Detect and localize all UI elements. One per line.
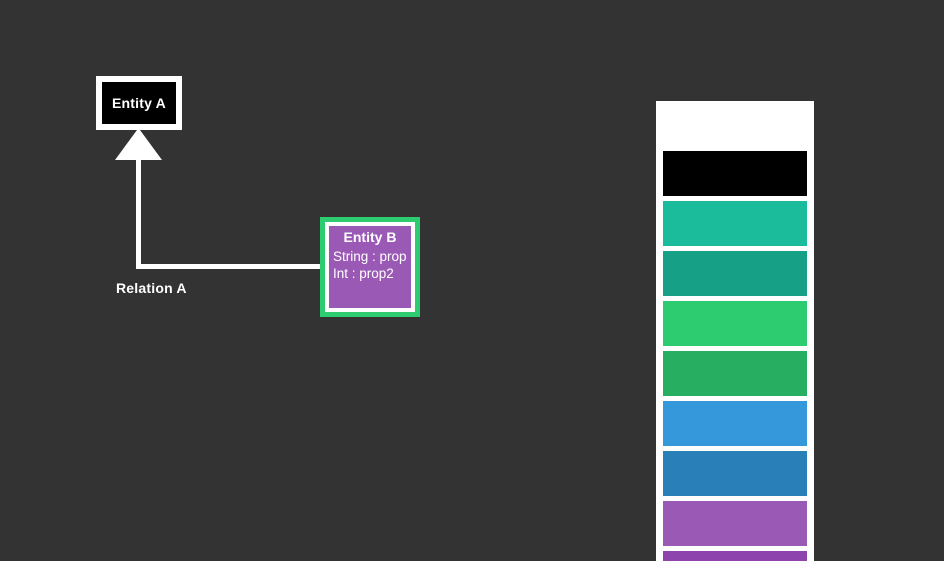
swatch-amethyst[interactable] xyxy=(663,501,807,546)
arrowhead-icon xyxy=(115,128,162,160)
swatch-emerald[interactable] xyxy=(663,301,807,346)
node-entity-a[interactable]: Entity A xyxy=(96,76,182,130)
swatch-peter-river[interactable] xyxy=(663,401,807,446)
color-palette-panel[interactable] xyxy=(656,101,814,561)
swatch-black[interactable] xyxy=(663,151,807,196)
node-entity-a-title: Entity A xyxy=(112,95,166,111)
node-entity-b-property-1: String : prop xyxy=(333,248,407,264)
diagram-canvas[interactable]: Entity A Relation A Entity B String : pr… xyxy=(0,0,944,561)
swatch-nephritis[interactable] xyxy=(663,351,807,396)
node-entity-b-title: Entity B xyxy=(343,229,397,245)
swatch-turquoise[interactable] xyxy=(663,201,807,246)
node-entity-b-property-2: Int : prop2 xyxy=(333,266,394,282)
swatch-wisteria[interactable] xyxy=(663,551,807,561)
relation-a-label: Relation A xyxy=(116,280,187,296)
swatch-belize-hole[interactable] xyxy=(663,451,807,496)
node-entity-b[interactable]: Entity B String : prop Int : prop2 xyxy=(320,217,420,317)
swatch-green-sea[interactable] xyxy=(663,251,807,296)
